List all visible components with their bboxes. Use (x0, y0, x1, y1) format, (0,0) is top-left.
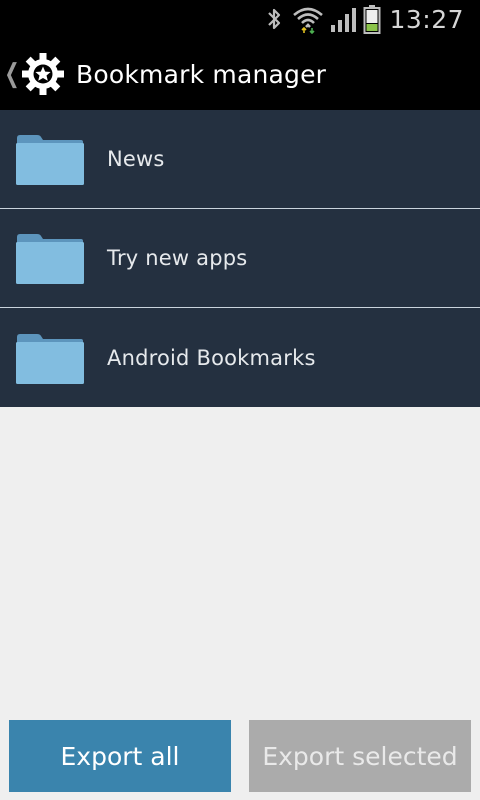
signal-icon (331, 8, 357, 32)
folder-item-try-new-apps[interactable]: Try new apps (0, 209, 480, 308)
folder-list: News Try new apps Android Bookmarks (0, 110, 480, 407)
folder-label: Android Bookmarks (107, 345, 316, 370)
export-all-button[interactable]: Export all (9, 720, 231, 792)
export-selected-button[interactable]: Export selected (249, 720, 471, 792)
gear-star-icon[interactable] (20, 51, 66, 97)
bluetooth-icon (268, 8, 281, 30)
folder-item-news[interactable]: News (0, 110, 480, 209)
battery-icon (363, 5, 381, 34)
status-bar: 13:27 (0, 0, 480, 38)
folder-icon (16, 135, 84, 185)
action-bar[interactable]: ❮ Bookmark manager (0, 38, 480, 110)
chevron-left-icon[interactable]: ❮ (4, 61, 19, 87)
wifi-icon (293, 7, 324, 34)
status-icons: 13:27 (263, 0, 480, 38)
folder-label: News (107, 147, 165, 171)
status-time: 13:27 (389, 4, 464, 34)
folder-icon (16, 234, 84, 284)
folder-item-android-bookmarks[interactable]: Android Bookmarks (0, 308, 480, 407)
page-title: Bookmark manager (76, 59, 327, 89)
folder-label: Try new apps (107, 246, 248, 270)
folder-icon (16, 333, 84, 384)
